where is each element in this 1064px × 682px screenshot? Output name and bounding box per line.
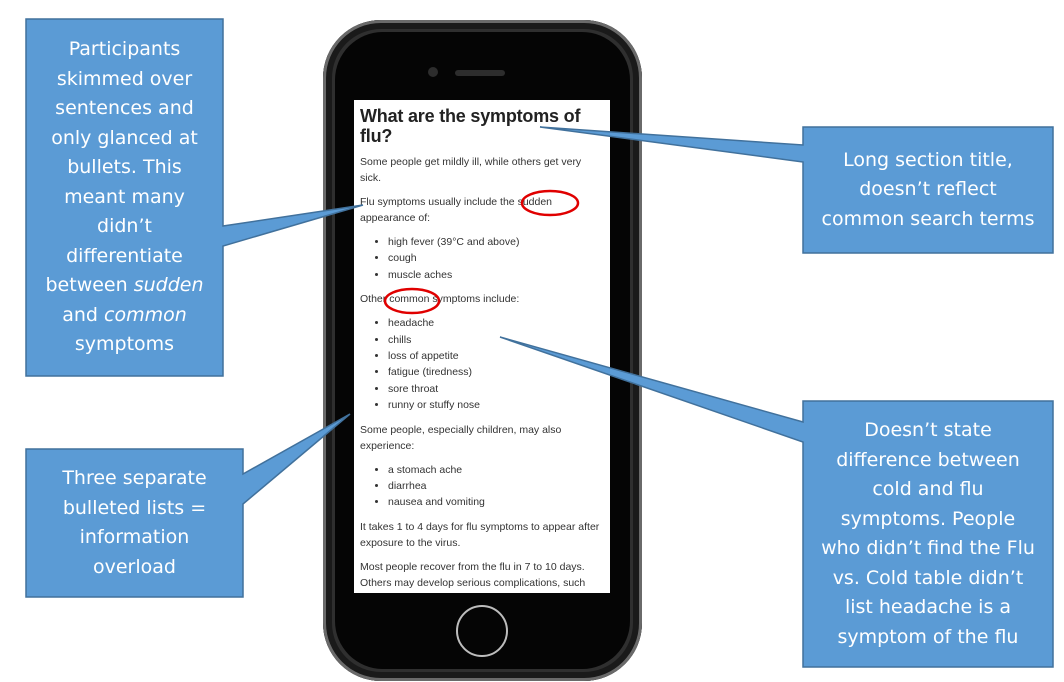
callout-text-fragment: and bbox=[62, 303, 105, 326]
callout-line: differentiate bbox=[66, 244, 183, 267]
callout-emphasis-sudden: sudden bbox=[133, 274, 204, 297]
callout-line: vs. Cold table didn’t bbox=[832, 566, 1024, 589]
callout-bottom-right: Doesn’t state difference between cold an… bbox=[803, 401, 1053, 667]
callout-line: between sudden bbox=[46, 271, 204, 301]
callout-line: bullets. This bbox=[67, 156, 182, 179]
callout-line: didn’t bbox=[97, 215, 152, 238]
callout-line: symptom of the flu bbox=[837, 625, 1019, 648]
callout-line: symptoms. People bbox=[840, 507, 1016, 530]
callout-line: overload bbox=[93, 555, 176, 578]
highlight-circle-sudden bbox=[520, 189, 580, 217]
callout-line: bulleted lists = bbox=[62, 496, 207, 519]
callout-line: only glanced at bbox=[51, 126, 198, 149]
callout-line: sentences and bbox=[55, 97, 194, 120]
callout-line: Three separate bbox=[62, 467, 207, 489]
callout-line: information bbox=[79, 526, 190, 548]
highlight-circle-common bbox=[383, 287, 441, 315]
callout-emphasis-common: common bbox=[104, 303, 187, 326]
callout-bottom-left: Three separate bulleted lists = informat… bbox=[26, 449, 243, 597]
callout-line: doesn’t reflect bbox=[859, 178, 997, 201]
callout-line: who didn’t find the Flu bbox=[821, 537, 1035, 559]
callout-line: cold and flu bbox=[872, 478, 984, 500]
callout-line: and common bbox=[46, 301, 204, 331]
callout-line: common search terms bbox=[821, 207, 1035, 230]
callout-line: Long section title, bbox=[843, 148, 1013, 171]
callout-line: Participants bbox=[68, 38, 181, 61]
callout-line: symptoms bbox=[74, 333, 175, 356]
callout-line: Doesn’t state bbox=[864, 419, 992, 441]
callout-line: difference between bbox=[836, 448, 1020, 471]
callout-line: skimmed over bbox=[56, 67, 193, 90]
callout-line: list headache is a bbox=[844, 596, 1012, 618]
callout-top-left: Participants skimmed over sentences and … bbox=[26, 19, 223, 376]
callout-line: meant many bbox=[64, 185, 185, 208]
callout-top-right: Long section title, doesn’t reflect comm… bbox=[803, 127, 1053, 253]
callout-text-fragment: between bbox=[45, 274, 134, 297]
